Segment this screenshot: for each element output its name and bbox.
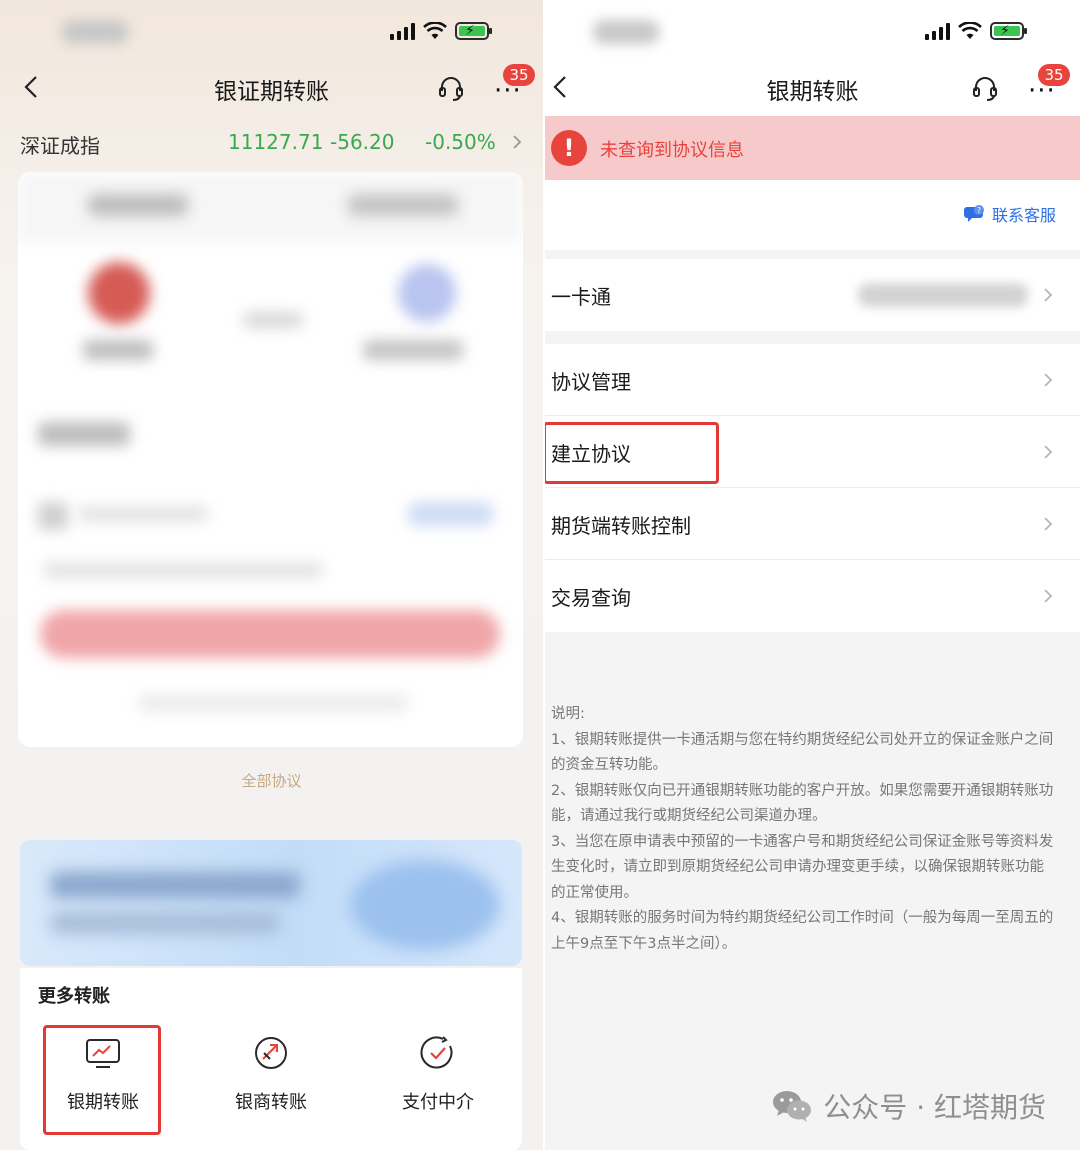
contact-support-label: 联系客服: [991, 206, 1056, 225]
nav-bar: 银期转账 ··· 35: [545, 60, 1080, 116]
payment-intermediary-tile[interactable]: 支付中介: [379, 1026, 497, 1134]
nav-bar: 银证期转账 ··· 35: [0, 60, 543, 114]
menu-section: 协议管理 建立协议 期货端转账控制 交易查询: [545, 344, 1080, 632]
customer-service-headset-icon[interactable]: [437, 74, 465, 102]
tile-label: 支付中介: [402, 1092, 474, 1113]
menu-item-transaction-query[interactable]: 交易查询: [545, 560, 1080, 632]
battery-icon: ⚡: [990, 22, 1027, 40]
note-item: 2、银期转账仅向已开通银期转账功能的客户开放。如果您需要开通银期转账功能，请通过…: [551, 782, 1054, 825]
notification-badge: 35: [503, 64, 535, 86]
wifi-icon: [423, 22, 447, 39]
battery-icon: ⚡: [455, 22, 492, 40]
transfer-arrows-icon: [255, 1037, 287, 1069]
menu-item-futures-transfer-control[interactable]: 期货端转账控制: [545, 488, 1080, 560]
notes-section: 说明: 1、银期转账提供一卡通活期与您在特约期货经纪公司处开立的保证金账户之间的…: [551, 702, 1056, 957]
tile-label: 银商转账: [235, 1092, 307, 1113]
cellular-signal-icon: [390, 22, 415, 40]
index-name: 深证成指: [20, 134, 100, 158]
chevron-right-icon: [1044, 288, 1053, 302]
chevron-right-icon: [1044, 517, 1053, 531]
chevron-right-icon: [1044, 373, 1053, 387]
status-bar: ⚡: [0, 14, 543, 50]
more-menu-icon[interactable]: ···: [494, 78, 522, 104]
page-title: 银期转账: [766, 79, 859, 105]
error-banner: ! 未查询到协议信息: [545, 116, 1080, 180]
contact-support-link[interactable]: ? 联系客服: [963, 202, 1056, 226]
note-item: 1、银期转账提供一卡通活期与您在特约期货经纪公司处开立的保证金账户之间的资金互转…: [551, 731, 1054, 774]
notification-badge: 35: [1038, 64, 1070, 86]
card-label: 一卡通: [551, 285, 611, 309]
card-number-blurred: [858, 283, 1028, 307]
chat-bubble-icon: ?: [963, 205, 984, 222]
menu-item-label: 期货端转账控制: [551, 514, 691, 538]
check-circle-icon: [420, 1036, 453, 1069]
status-icons: ⚡: [390, 22, 492, 40]
wifi-icon: [958, 22, 982, 39]
more-menu-icon[interactable]: ···: [1028, 78, 1056, 104]
chevron-right-icon: [513, 135, 522, 149]
all-agreements-link[interactable]: 全部协议: [0, 770, 543, 791]
menu-item-label: 交易查询: [551, 586, 631, 610]
card-section: 一卡通: [545, 259, 1080, 331]
status-time-blurred: [593, 20, 659, 44]
more-transfer-title: 更多转账: [38, 986, 110, 1007]
bank-merchant-transfer-tile[interactable]: 银商转账: [212, 1026, 330, 1134]
exclamation-icon: !: [551, 130, 587, 166]
note-item: 4、银期转账的服务时间为特约期货经纪公司工作时间（一般为每周一至周五的上午9点至…: [551, 910, 1054, 952]
status-bar: ⚡: [545, 0, 1080, 60]
menu-item-label: 协议管理: [551, 370, 631, 394]
chevron-right-icon: [1044, 589, 1053, 603]
market-ticker[interactable]: 深证成指 11127.71 -56.20 -0.50%: [0, 126, 543, 160]
contact-row: ? 联系客服: [545, 180, 1080, 250]
wechat-logo-icon: [773, 1091, 812, 1122]
chevron-right-icon: [1044, 445, 1053, 459]
status-icons: ⚡: [925, 22, 1027, 40]
menu-item-agreement-management[interactable]: 协议管理: [545, 344, 1080, 416]
index-change: -56.20: [330, 130, 395, 154]
right-screen: ⚡ 银期转账 ··· 35 ! 未查询到协议信息 ? 联系客服 一卡通 协议管理…: [545, 0, 1080, 1150]
blurred-transfer-card: [18, 172, 523, 747]
error-message: 未查询到协议信息: [600, 140, 744, 161]
highlight-box: [545, 422, 719, 484]
index-change-percent: -0.50%: [425, 130, 496, 154]
note-item: 3、当您在原申请表中预留的一卡通客户号和期货经纪公司保证金账号等资料发生变化时，…: [551, 833, 1054, 901]
left-screen: ⚡ 银证期转账 ··· 35 深证成指 11127.71 -56.20 -0.5…: [0, 0, 543, 1150]
customer-service-headset-icon[interactable]: [971, 74, 999, 102]
cellular-signal-icon: [925, 22, 950, 40]
svg-text:?: ?: [977, 206, 981, 215]
highlight-box: [43, 1025, 161, 1135]
status-time-blurred: [62, 20, 128, 44]
card-row[interactable]: 一卡通: [545, 259, 1080, 331]
watermark-text: 公众号 · 红塔期货: [823, 1091, 1046, 1124]
promo-banner-blurred[interactable]: [20, 840, 522, 966]
index-value: 11127.71: [228, 130, 324, 154]
notes-heading: 说明:: [551, 706, 585, 722]
watermark: 公众号 · 红塔期货: [771, 1086, 1046, 1126]
